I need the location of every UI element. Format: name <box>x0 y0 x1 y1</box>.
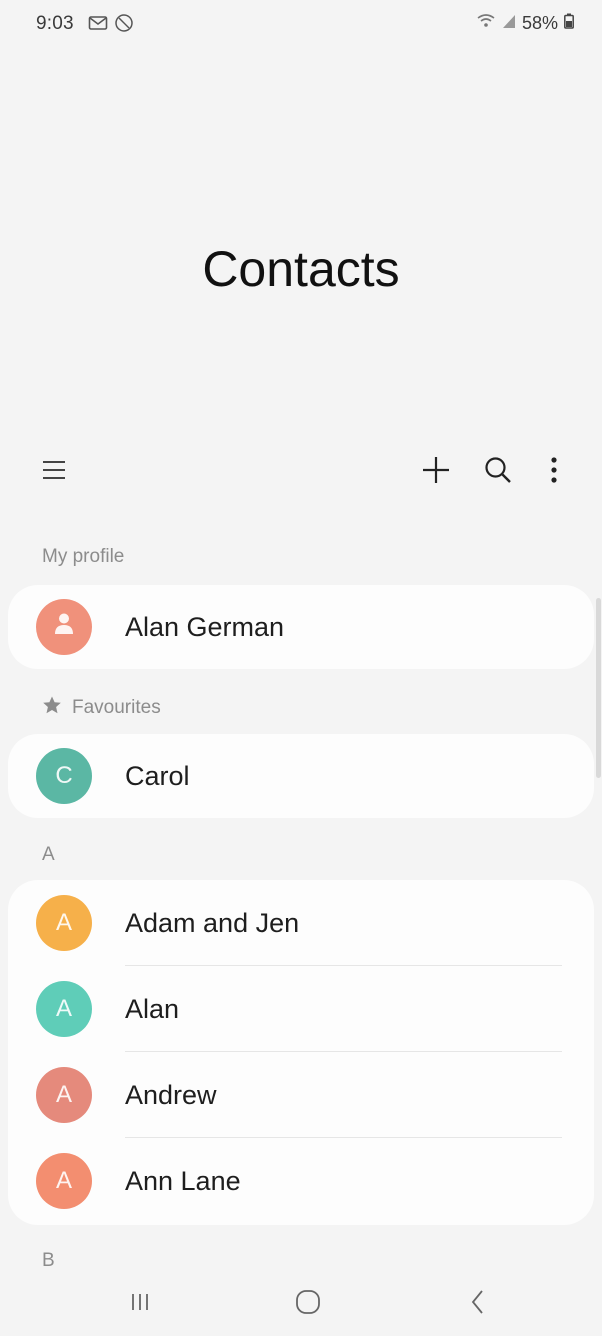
menu-button[interactable] <box>30 448 78 496</box>
wifi-icon <box>476 13 496 34</box>
avatar-initial: C <box>55 762 73 789</box>
home-button[interactable] <box>278 1286 338 1322</box>
list-item[interactable]: A Andrew <box>8 1052 594 1138</box>
back-button[interactable] <box>448 1286 508 1322</box>
search-button[interactable] <box>474 448 522 496</box>
list-item[interactable]: C Carol <box>8 734 594 818</box>
person-icon <box>53 612 75 643</box>
contact-name: Andrew <box>125 1079 217 1110</box>
battery-icon <box>564 13 574 34</box>
section-header-label: My profile <box>42 546 125 567</box>
avatar: C <box>36 748 92 804</box>
section-header-label: A <box>42 844 55 865</box>
list-item[interactable]: A Adam and Jen <box>8 880 594 966</box>
avatar-initial: A <box>55 1167 72 1194</box>
add-icon <box>420 454 452 491</box>
page-title: Contacts <box>202 241 400 297</box>
status-notifications <box>88 13 134 38</box>
recent-apps-button[interactable] <box>110 1286 170 1322</box>
add-contact-button[interactable] <box>412 448 460 496</box>
search-icon <box>483 455 513 490</box>
avatar: A <box>36 895 92 951</box>
blocked-icon <box>114 13 134 38</box>
status-time: 9:03 <box>36 13 74 34</box>
avatar-initial: A <box>55 909 72 936</box>
contact-name: Alan <box>125 993 180 1024</box>
contact-name: Alan German <box>125 611 285 642</box>
section-header-my-profile: My profile <box>42 546 124 568</box>
battery-level: 58% <box>521 13 558 33</box>
avatar: A <box>36 1067 92 1123</box>
menu-icon <box>40 458 68 487</box>
section-header-label: Favourites <box>72 697 161 718</box>
avatar: A <box>36 1153 92 1209</box>
avatar <box>36 599 92 655</box>
list-item[interactable]: A Alan <box>8 966 594 1052</box>
group-a-card: A Adam and Jen A Alan A Andrew A Ann Lan… <box>8 880 594 1225</box>
list-item[interactable]: Alan German <box>8 585 594 669</box>
scrollbar[interactable] <box>596 598 601 778</box>
back-icon <box>469 1289 487 1320</box>
recent-apps-icon <box>129 1291 151 1318</box>
contact-name: Ann Lane <box>125 1165 241 1196</box>
my-profile-card: Alan German <box>8 585 594 669</box>
navigation-bar <box>0 1270 602 1336</box>
avatar: A <box>36 981 92 1037</box>
signal-icon <box>502 13 516 34</box>
section-header-favourites: Favourites <box>42 695 161 721</box>
more-options-icon <box>550 456 558 489</box>
avatar-initial: A <box>55 995 72 1022</box>
section-header-a: A <box>42 844 55 866</box>
toolbar <box>0 448 602 496</box>
contact-name: Adam and Jen <box>125 907 300 938</box>
section-header-b: B <box>42 1250 55 1272</box>
status-bar: 9:03 58% <box>0 0 602 52</box>
home-icon <box>294 1288 322 1321</box>
more-options-button[interactable] <box>530 448 578 496</box>
favourites-card: C Carol <box>8 734 594 818</box>
section-header-label: B <box>42 1250 55 1271</box>
list-item[interactable]: A Ann Lane <box>8 1138 594 1224</box>
contact-name: Carol <box>125 760 190 791</box>
avatar-initial: A <box>55 1081 72 1108</box>
star-icon <box>42 695 62 721</box>
message-icon <box>88 15 108 36</box>
status-system: 58% <box>476 13 574 34</box>
